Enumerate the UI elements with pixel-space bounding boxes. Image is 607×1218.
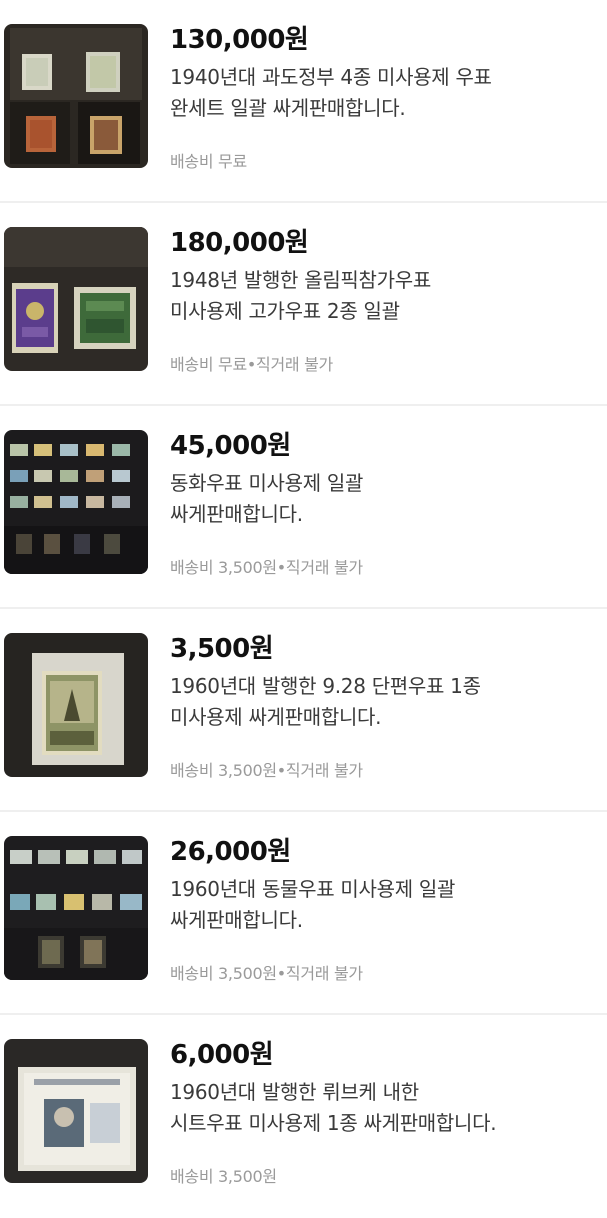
listing-thumbnail[interactable] xyxy=(4,836,148,980)
listing-shipping: 배송비 3,500원•직거래 불가 xyxy=(170,761,363,780)
listing-thumbnail[interactable] xyxy=(4,1039,148,1183)
listing-title-line: 미사용제 싸게판매합니다. xyxy=(170,705,382,729)
listing-price: 26,000원 xyxy=(170,837,291,867)
listing-price: 45,000원 xyxy=(170,431,291,461)
stamp-photo-animal-stamps xyxy=(4,836,148,980)
listing-price: 3,500원 xyxy=(170,634,274,664)
listing-item[interactable]: 180,000원 1948년 발행한 올림픽참가우표 미사용제 고가우표 2종 … xyxy=(0,203,607,406)
listing-title[interactable]: 1940년대 과도정부 4종 미사용제 우표 완세트 일괄 싸게판매합니다. xyxy=(170,62,599,124)
listing-item[interactable]: 130,000원 1940년대 과도정부 4종 미사용제 우표 완세트 일괄 싸… xyxy=(0,0,607,203)
listing-title[interactable]: 1960년대 발행한 뤼브케 내한 시트우표 미사용제 1종 싸게판매합니다. xyxy=(170,1077,599,1139)
listing-price: 130,000원 xyxy=(170,25,309,55)
listing-title-line: 싸게판매합니다. xyxy=(170,502,303,526)
listing-shipping: 배송비 무료 xyxy=(170,152,247,171)
listing-shipping: 배송비 3,500원 xyxy=(170,1167,277,1186)
listing-title-line: 1960년대 동물우표 미사용제 일괄 xyxy=(170,877,456,901)
listing-title-line: 1940년대 과도정부 4종 미사용제 우표 xyxy=(170,65,492,89)
listing-shipping: 배송비 무료•직거래 불가 xyxy=(170,355,333,374)
listing-title-line: 동화우표 미사용제 일괄 xyxy=(170,471,364,495)
listing-title-line: 1960년대 발행한 9.28 단편우표 1종 xyxy=(170,674,481,698)
listing-thumbnail[interactable] xyxy=(4,430,148,574)
listing-title-line: 미사용제 고가우표 2종 일괄 xyxy=(170,299,400,323)
stamp-photo-souvenir-sheet xyxy=(4,1039,148,1183)
listing-price: 180,000원 xyxy=(170,228,309,258)
listing-shipping: 배송비 3,500원•직거래 불가 xyxy=(170,558,363,577)
stamp-photo-stockbook xyxy=(4,430,148,574)
listing-title[interactable]: 1960년대 동물우표 미사용제 일괄 싸게판매합니다. xyxy=(170,874,599,936)
listing-title-line: 1960년대 발행한 뤼브케 내한 xyxy=(170,1080,419,1104)
listing-item[interactable]: 45,000원 동화우표 미사용제 일괄 싸게판매합니다. 배송비 3,500원… xyxy=(0,406,607,609)
listing-title-line: 싸게판매합니다. xyxy=(170,908,303,932)
stamp-photo-four-stamps xyxy=(4,24,148,168)
listing-item[interactable]: 3,500원 1960년대 발행한 9.28 단편우표 1종 미사용제 싸게판매… xyxy=(0,609,607,812)
listing-thumbnail[interactable] xyxy=(4,227,148,371)
listing-price: 6,000원 xyxy=(170,1040,274,1070)
stamp-photo-olympic-stamps xyxy=(4,227,148,371)
listing-thumbnail[interactable] xyxy=(4,24,148,168)
listing-shipping: 배송비 3,500원•직거래 불가 xyxy=(170,964,363,983)
listing-title-line: 1948년 발행한 올림픽참가우표 xyxy=(170,268,431,292)
listing-title[interactable]: 1960년대 발행한 9.28 단편우표 1종 미사용제 싸게판매합니다. xyxy=(170,671,599,733)
listing-item[interactable]: 6,000원 1960년대 발행한 뤼브케 내한 시트우표 미사용제 1종 싸게… xyxy=(0,1015,607,1218)
listing-list: 130,000원 1940년대 과도정부 4종 미사용제 우표 완세트 일괄 싸… xyxy=(0,0,607,1200)
listing-thumbnail[interactable] xyxy=(4,633,148,777)
listing-title-line: 시트우표 미사용제 1종 싸게판매합니다. xyxy=(170,1111,497,1135)
stamp-photo-single-stamp xyxy=(4,633,148,777)
listing-title-line: 완세트 일괄 싸게판매합니다. xyxy=(170,96,406,120)
listing-title[interactable]: 동화우표 미사용제 일괄 싸게판매합니다. xyxy=(170,468,599,530)
listing-title[interactable]: 1948년 발행한 올림픽참가우표 미사용제 고가우표 2종 일괄 xyxy=(170,265,599,327)
listing-item[interactable]: 26,000원 1960년대 동물우표 미사용제 일괄 싸게판매합니다. 배송비… xyxy=(0,812,607,1015)
